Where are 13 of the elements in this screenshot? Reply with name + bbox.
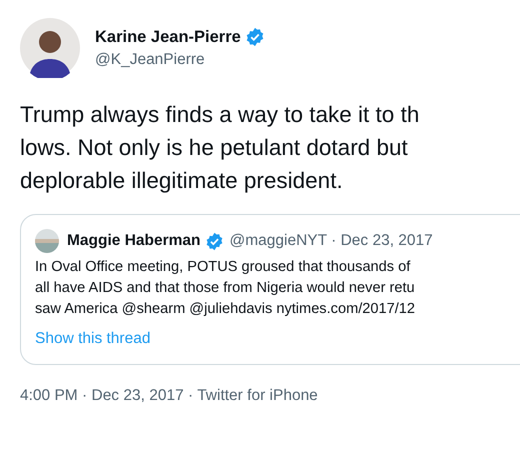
tweet-timestamp: 4:00 PM · Dec 23, 2017 · Twitter for iPhone [20, 387, 319, 405]
quoted-handle-date: @maggieNYT · Dec 23, 2017 [230, 232, 433, 250]
tweet-text: Trump always finds a way to take it to th [20, 101, 420, 129]
author-name[interactable]: Karine Jean-Pierre [95, 28, 241, 46]
tweet-text: lows. Not only is he petulant dotard but [20, 134, 409, 162]
author-handle[interactable]: @K_JeanPierre [95, 51, 265, 69]
quoted-tweet-card[interactable] [20, 214, 520, 365]
quoted-text: saw America @shearm @juliehdavis nytimes.com/2017/12 [35, 300, 416, 319]
quoted-text: all have AIDS and that those from Nigeria would never retu [35, 279, 416, 298]
quoted-text: In Oval Office meeting, POTUS groused that thousands of [35, 258, 412, 277]
tweet-text: deplorable illegitimate president. [20, 167, 344, 195]
avatar[interactable] [20, 18, 80, 78]
quoted-author-name: Maggie Haberman [67, 232, 201, 250]
